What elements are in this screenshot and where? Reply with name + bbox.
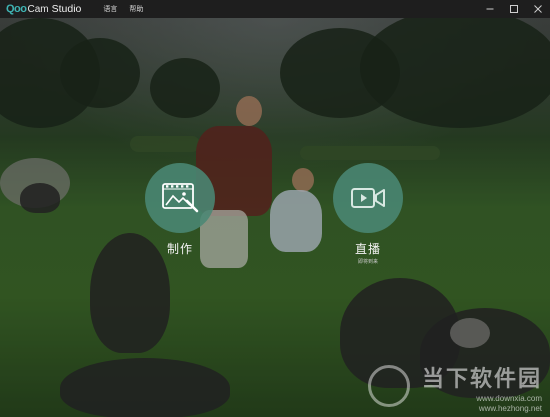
window-controls	[478, 0, 550, 18]
watermark-logo	[368, 365, 410, 407]
logo-studio: Studio	[51, 3, 82, 15]
menu-bar: 语言 帮助	[103, 4, 143, 14]
create-action: 制作	[145, 163, 215, 257]
minimize-button[interactable]	[478, 0, 502, 18]
title-bar: Qoo Cam Studio 语言 帮助	[0, 0, 550, 18]
create-button[interactable]	[145, 163, 215, 233]
maximize-icon	[510, 5, 518, 13]
live-action: 直播 即将到来	[333, 163, 403, 265]
close-icon	[534, 5, 542, 13]
live-sublabel: 即将到来	[357, 259, 378, 265]
image-edit-icon	[162, 183, 199, 213]
menu-help[interactable]: 帮助	[129, 4, 143, 14]
menu-language[interactable]: 语言	[103, 4, 117, 14]
minimize-icon	[486, 8, 494, 10]
background-photo	[0, 18, 550, 417]
app-logo: Qoo Cam Studio	[0, 0, 81, 18]
live-label: 直播	[354, 242, 381, 256]
video-camera-icon	[351, 188, 385, 208]
logo-mark: Qoo	[6, 3, 27, 15]
close-button[interactable]	[526, 0, 550, 18]
live-button[interactable]	[333, 163, 403, 233]
watermark: 当下软件园 www.downxia.com www.hezhong.net	[422, 361, 542, 413]
maximize-button[interactable]	[502, 0, 526, 18]
watermark-url-1: www.downxia.com	[476, 394, 542, 403]
logo-text: Cam	[27, 3, 49, 15]
watermark-title: 当下软件园	[421, 366, 542, 391]
watermark-url-2: www.hezhong.net	[478, 404, 542, 413]
create-label: 制作	[166, 242, 193, 256]
